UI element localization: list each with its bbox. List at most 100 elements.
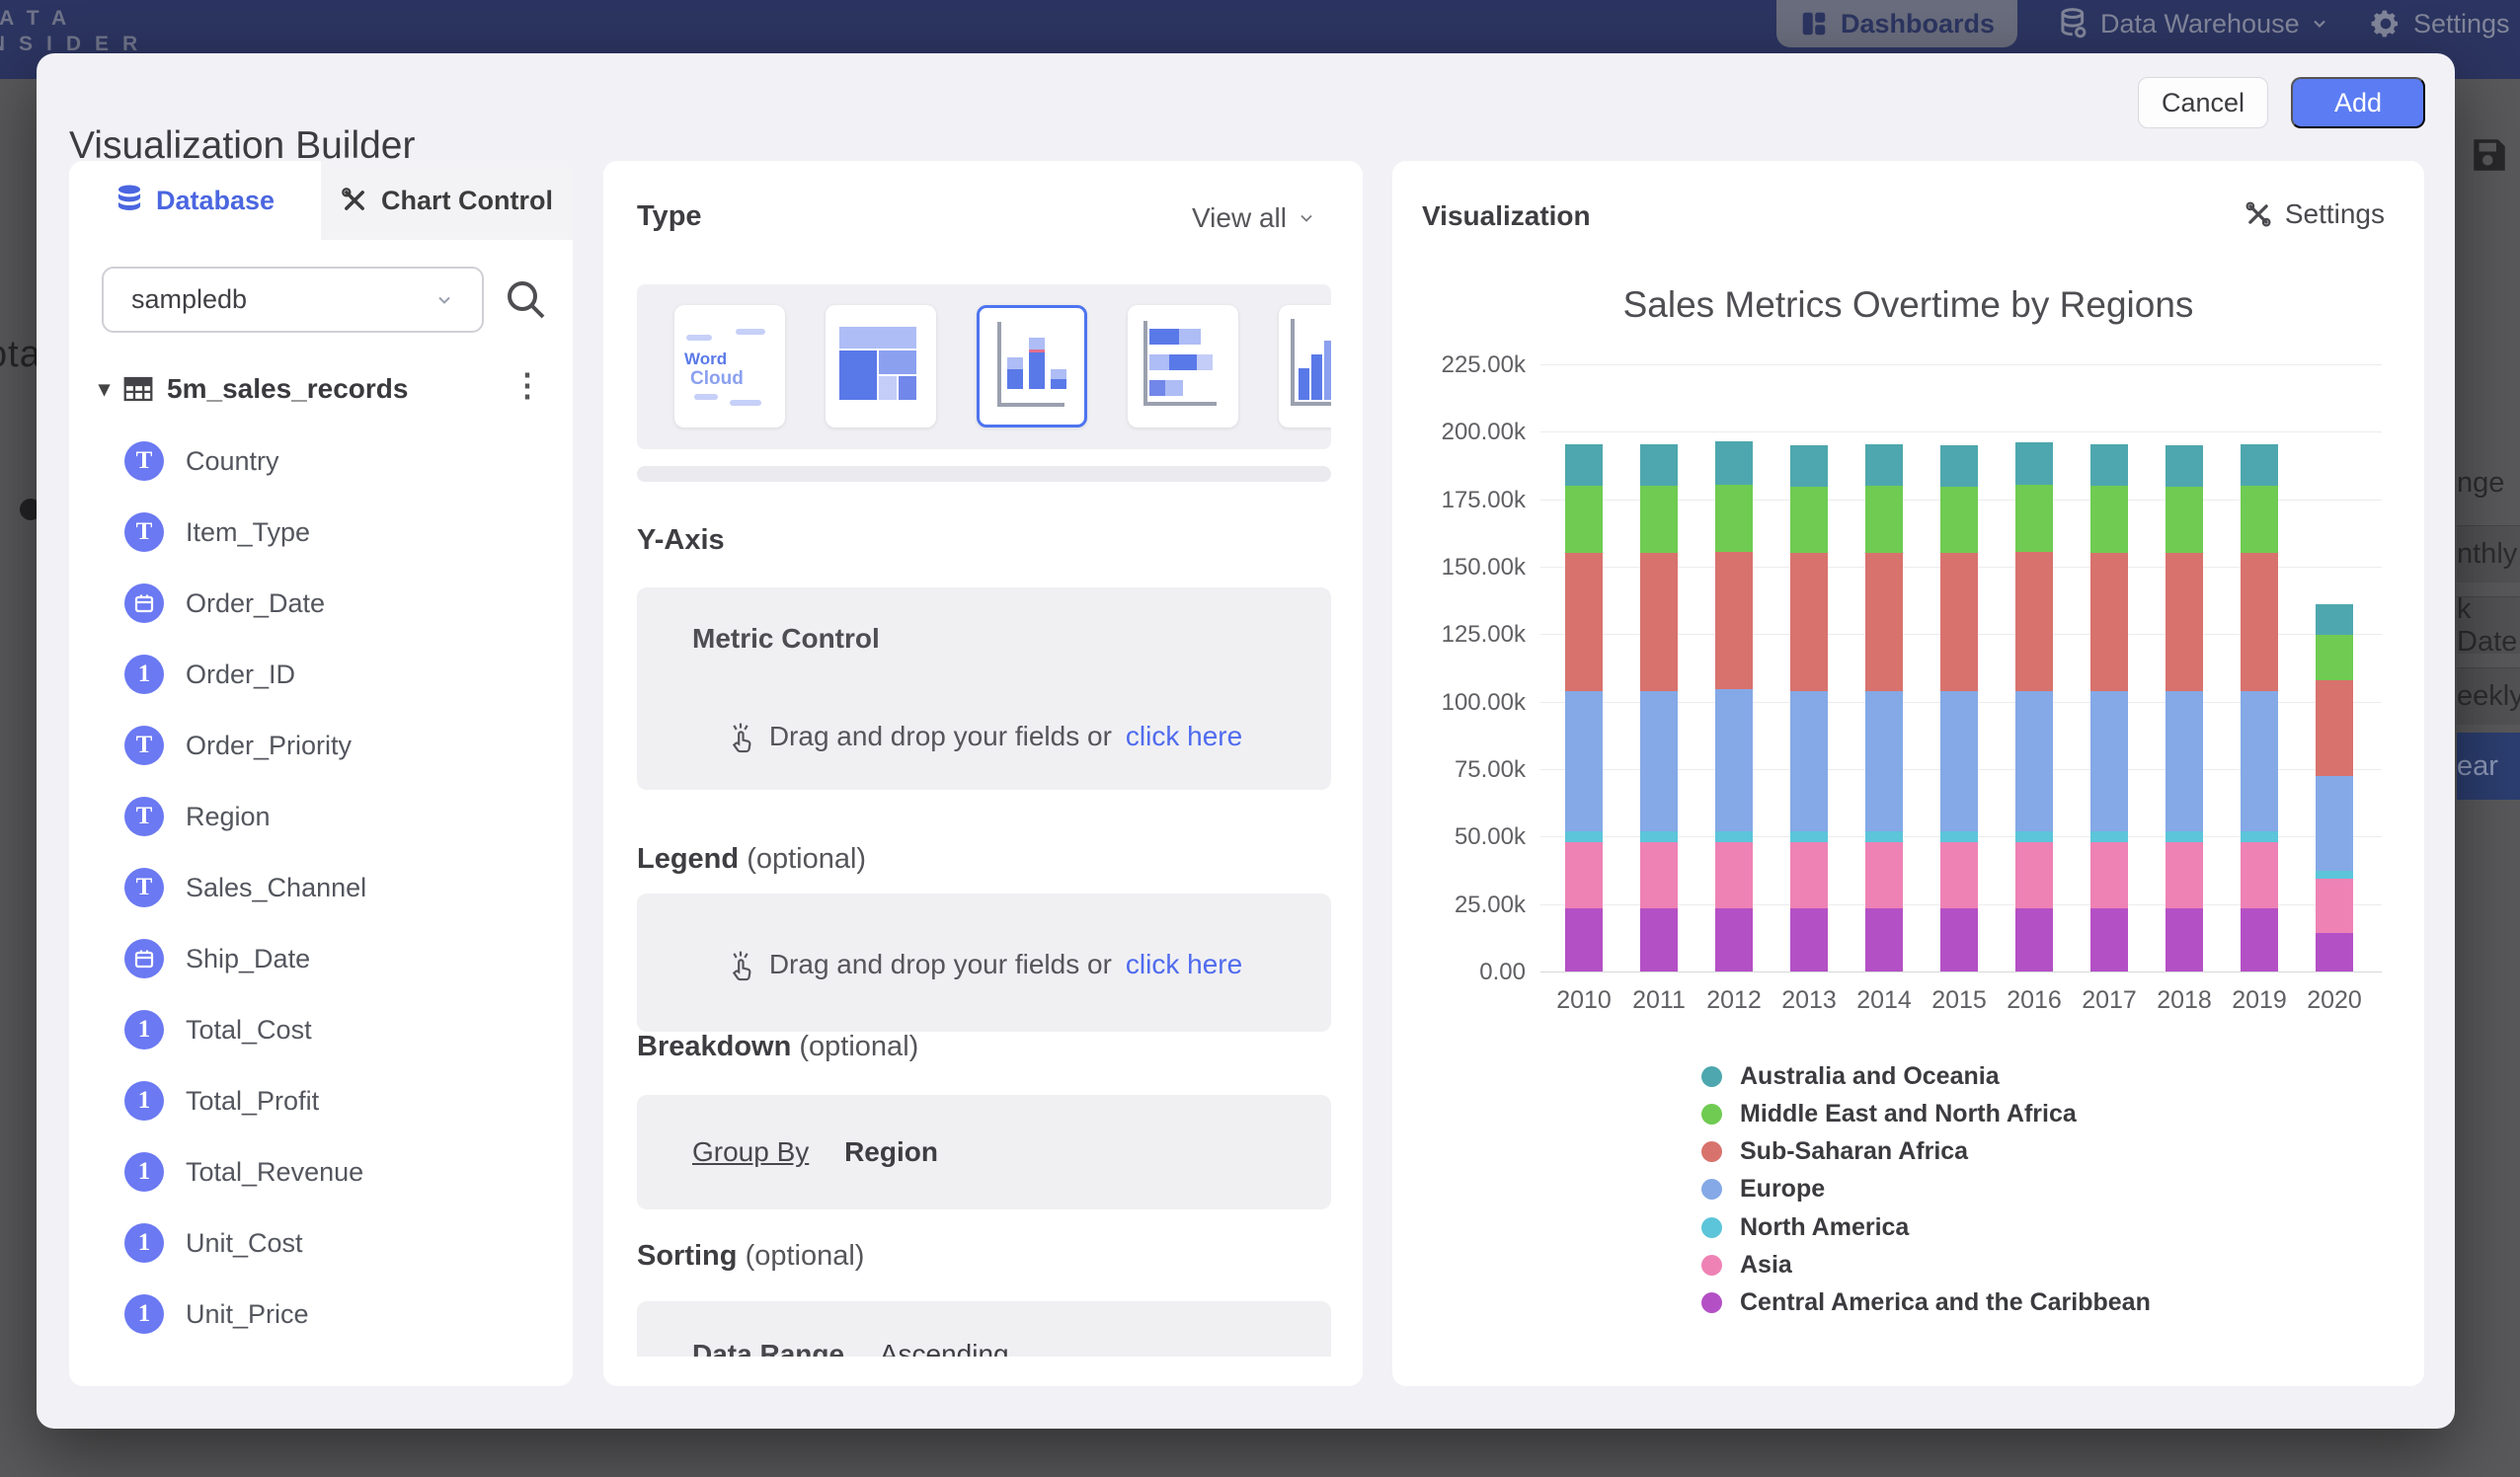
legend-label: Sub-Saharan Africa [1740,1137,1968,1166]
field-item-total_profit[interactable]: 1Total_Profit [124,1077,319,1125]
nav-item-settings[interactable]: Settings [2370,0,2510,47]
text-field-icon: T [124,868,164,907]
bar-segment [2316,933,2353,972]
legend-item[interactable]: Asia [1701,1251,1792,1281]
field-item-total_cost[interactable]: 1Total_Cost [124,1006,312,1053]
field-item-sales_channel[interactable]: T Sales_Channel [124,864,366,911]
database-icon [116,185,143,216]
field-label: Region [186,802,271,832]
y-axis-tick-label: 50.00k [1407,823,1526,851]
chart-type-strip: Word Cloud [637,284,1331,449]
bar-segment [2166,908,2203,972]
kebab-menu-icon[interactable]: ⋮ [512,366,543,404]
field-item-order_date[interactable]: Order_Date [124,580,325,627]
click-here-link[interactable]: click here [1126,949,1242,980]
bar-segment [2015,842,2053,908]
chart-type-column[interactable] [1279,305,1331,428]
calendar-field-icon [124,939,164,978]
field-label: Total_Profit [186,1086,319,1117]
legend-item[interactable]: Central America and the Caribbean [1701,1288,2151,1318]
nav-item-dashboards[interactable]: Dashboards [1776,0,2017,47]
chart-type-stacked-bar[interactable] [1128,305,1238,428]
bar-segment [2015,485,2053,552]
bar-segment [1790,842,1828,908]
stacked-bar-2010 [1565,444,1603,972]
tab-database[interactable]: Database [69,161,321,240]
field-item-item_type[interactable]: TItem_Type [124,508,310,556]
bar-segment [1640,842,1678,908]
logo-line-1: DATA [0,6,151,32]
bar-segment [1865,486,1903,553]
legend-label: Australia and Oceania [1740,1062,2000,1091]
click-here-link[interactable]: click here [1126,721,1242,752]
stacked-bar-2015 [1940,445,1978,972]
chart-type-wordcloud[interactable]: Word Cloud [674,305,785,428]
bar-segment [1640,691,1678,831]
metric-control-dropzone[interactable]: Metric Control Drag and drop your fields… [637,587,1331,790]
field-item-country[interactable]: TCountry [124,437,279,485]
stacked-bar-2014 [1865,444,1903,972]
app-logo: DATA INSIDER [0,6,151,57]
group-by-label[interactable]: Group By [692,1136,809,1167]
field-item-unit_price[interactable]: 1Unit_Price [124,1290,309,1338]
field-item-unit_cost[interactable]: 1Unit_Cost [124,1219,303,1267]
nav-item-data-warehouse[interactable]: Data Warehouse [2059,0,2327,47]
legend-item[interactable]: Sub-Saharan Africa [1701,1137,1968,1167]
table-tree-node[interactable]: ▾ 5m_sales_records ⋮ [99,364,543,414]
legend-item[interactable]: North America [1701,1212,1909,1242]
bar-segment [2241,444,2278,486]
bar-segment [1640,831,1678,842]
bar-segment [1940,691,1978,831]
legend-label: North America [1740,1213,1909,1242]
bar-segment [1565,553,1603,690]
bar-segment [1865,908,1903,972]
type-heading: Type [637,200,702,233]
field-item-order_priority[interactable]: TOrder_Priority [124,722,352,769]
chart-title: Sales Metrics Overtime by Regions [1392,284,2424,326]
number-field-icon: 1 [124,1010,164,1049]
field-label: Order_Priority [186,731,352,761]
legend-label: Asia [1740,1251,1792,1280]
field-item-order_id[interactable]: 1Order_ID [124,651,295,698]
chart-type-stacked-column-selected[interactable] [977,305,1087,428]
visualization-heading: Visualization [1422,200,1591,232]
chart-type-treemap[interactable] [826,305,936,428]
horizontal-scrollbar[interactable] [637,466,1331,482]
field-item-region[interactable]: TRegion [124,793,271,840]
legend-dropzone[interactable]: Drag and drop your fields or click here [637,894,1331,1032]
background-text-fragment: ota [0,334,41,376]
legend-swatch [1701,1292,1722,1313]
legend-item[interactable]: Middle East and North Africa [1701,1099,2077,1128]
tab-chart-control[interactable]: Chart Control [321,161,573,240]
legend-item[interactable]: Australia and Oceania [1701,1061,2000,1091]
field-label: Ship_Date [186,944,310,974]
svg-text:Cloud: Cloud [690,368,744,389]
y-axis-tick-label: 100.00k [1407,689,1526,717]
bar-segment [1790,908,1828,972]
field-item-total_revenue[interactable]: 1Total_Revenue [124,1148,363,1196]
bar-segment [2241,486,2278,553]
bar-segment [2316,604,2353,635]
bar-segment [2241,831,2278,842]
background-text-fragment: eekly [2457,667,2520,725]
add-button[interactable]: Add [2291,77,2425,128]
view-all-dropdown[interactable]: View all [1192,202,1314,234]
field-label: Order_ID [186,660,295,690]
field-item-ship_date[interactable]: Ship_Date [124,935,310,982]
group-by-value: Region [844,1136,938,1167]
field-label: Unit_Price [186,1299,309,1330]
chart-settings-button[interactable]: Settings [2244,198,2385,230]
collapse-triangle-icon[interactable]: ▾ [99,376,110,402]
cancel-button[interactable]: Cancel [2138,77,2268,128]
sorting-card[interactable]: Data Range Ascending [637,1301,1331,1357]
database-select[interactable]: sampledb [102,267,484,333]
field-label: Sales_Channel [186,873,366,903]
breakdown-card[interactable]: Group By Region [637,1095,1331,1209]
bar-segment [2015,442,2053,484]
stacked-bar-2020 [2316,604,2353,972]
background-text-fragment: ear [2457,733,2520,800]
gear-icon [2370,8,2402,39]
bar-segment [1565,908,1603,972]
legend-item[interactable]: Europe [1701,1175,1825,1205]
search-icon[interactable] [502,275,549,323]
